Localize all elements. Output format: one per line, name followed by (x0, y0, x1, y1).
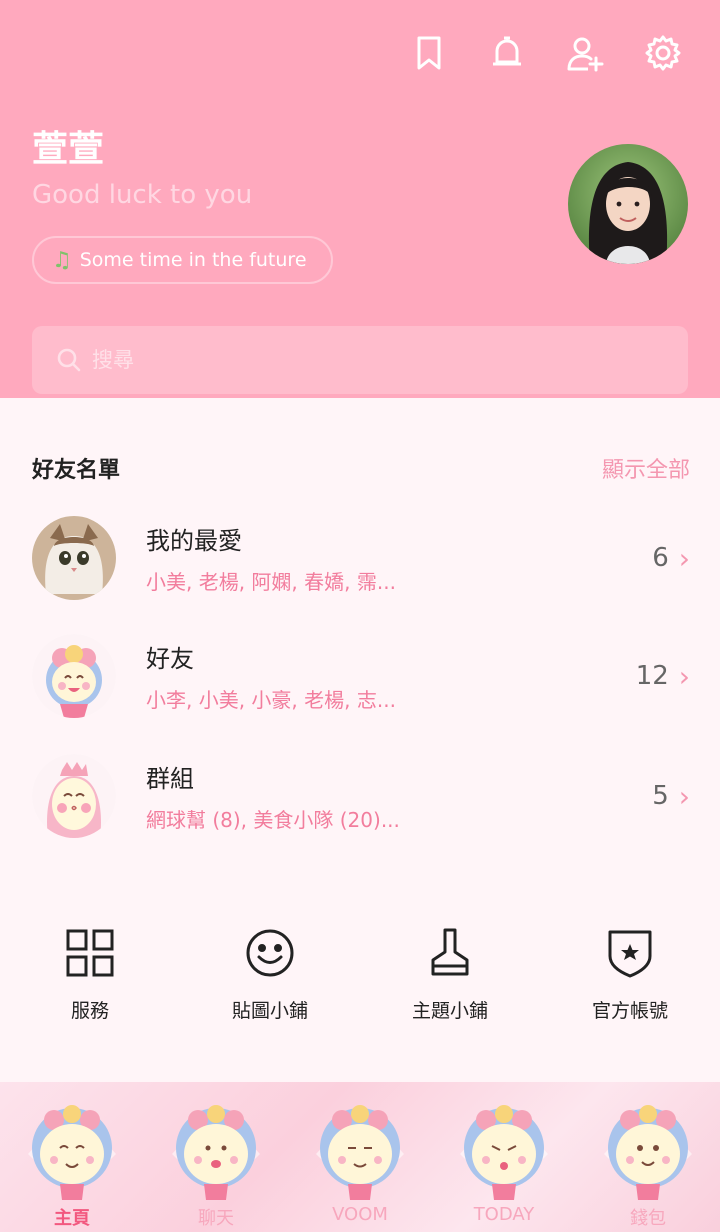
groups-avatar (32, 754, 116, 838)
profile-music-button[interactable]: ♫ Some time in the future (32, 236, 333, 284)
grid-icon (66, 929, 114, 977)
bell-icon[interactable] (486, 32, 528, 74)
nav-tab-chats[interactable]: 聊天 (144, 1082, 288, 1232)
chevron-right-icon: › (678, 779, 690, 813)
profile-header: 萱萱 Good luck to you ♫ Some time in the f… (0, 0, 720, 398)
nav-label: 主頁 (54, 1208, 90, 1229)
friend-group-favorites[interactable]: 我的最愛 小美, 老楊, 阿嫻, 春嬌, 霈... 6 › (32, 512, 690, 604)
friend-group-name: 好友 (146, 645, 194, 673)
nav-tab-voom[interactable]: VOOM (288, 1082, 432, 1232)
friend-group-friends[interactable]: 好友 小李, 小美, 小豪, 老楊, 志... 12 › (32, 630, 690, 722)
settings-icon[interactable] (642, 32, 684, 74)
service-label: 服務 (70, 1000, 109, 1022)
chat-character-icon (172, 1105, 260, 1200)
service-button-sticker-shop[interactable]: 貼圖小鋪 (180, 926, 360, 1023)
chevron-right-icon: › (678, 659, 690, 693)
profile-name[interactable]: 萱萱 (32, 120, 104, 172)
search-bar[interactable] (32, 326, 688, 394)
services-shortcuts: 服務 貼圖小鋪 主題小鋪 官方帳號 (0, 926, 720, 1023)
nav-tab-today[interactable]: TODAY (432, 1082, 576, 1232)
service-button-services[interactable]: 服務 (0, 926, 180, 1023)
header-toolbar (408, 32, 684, 74)
service-label: 官方帳號 (591, 1000, 668, 1022)
friend-group-count: 6 (652, 543, 669, 573)
friend-group-members: 小李, 小美, 小豪, 老楊, 志... (146, 688, 396, 712)
show-all-link[interactable]: 顯示全部 (602, 452, 690, 484)
search-input[interactable] (92, 348, 652, 372)
chevron-right-icon: › (678, 541, 690, 575)
voom-character-icon (316, 1105, 404, 1200)
brush-icon (431, 928, 469, 976)
profile-avatar[interactable] (568, 144, 688, 264)
service-label: 貼圖小鋪 (231, 1000, 308, 1022)
friend-group-count: 12 (635, 661, 669, 691)
friend-group-members: 小美, 老楊, 阿嫻, 春嬌, 霈... (146, 570, 396, 594)
music-note-icon: ♫ (52, 247, 72, 273)
music-title: Some time in the future (79, 249, 307, 271)
search-icon (57, 348, 81, 372)
nav-label: TODAY (473, 1204, 535, 1225)
nav-tab-home[interactable]: 主頁 (0, 1082, 144, 1232)
smiley-icon (246, 929, 294, 977)
add-friend-icon[interactable] (564, 32, 606, 74)
service-button-theme-shop[interactable]: 主題小鋪 (360, 926, 540, 1023)
profile-status-message[interactable]: Good luck to you (32, 180, 252, 210)
home-character-icon (28, 1105, 116, 1200)
today-character-icon (460, 1105, 548, 1200)
friend-group-count: 5 (652, 781, 669, 811)
friend-group-members: 網球幫 (8), 美食小隊 (20)... (146, 808, 400, 832)
shield-star-icon (608, 930, 652, 978)
friends-section-title: 好友名單 (32, 458, 121, 483)
nav-label: VOOM (332, 1204, 388, 1225)
service-label: 主題小鋪 (411, 1000, 488, 1022)
friends-avatar (32, 634, 116, 718)
nav-label: 錢包 (630, 1208, 666, 1229)
friend-group-name: 群組 (146, 765, 194, 793)
wallet-character-icon (604, 1105, 692, 1200)
nav-label: 聊天 (198, 1208, 234, 1229)
service-button-official-accounts[interactable]: 官方帳號 (540, 926, 720, 1023)
friend-group-groups[interactable]: 群組 網球幫 (8), 美食小隊 (20)... 5 › (32, 750, 690, 842)
favorites-avatar (32, 516, 116, 600)
friends-section-header: 好友名單 顯示全部 (32, 452, 690, 484)
bottom-navigation: 主頁 聊天 VOOM TODAY 錢包 (0, 1082, 720, 1232)
friend-group-name: 我的最愛 (146, 527, 242, 555)
bookmark-icon[interactable] (408, 32, 450, 74)
nav-tab-wallet[interactable]: 錢包 (576, 1082, 720, 1232)
